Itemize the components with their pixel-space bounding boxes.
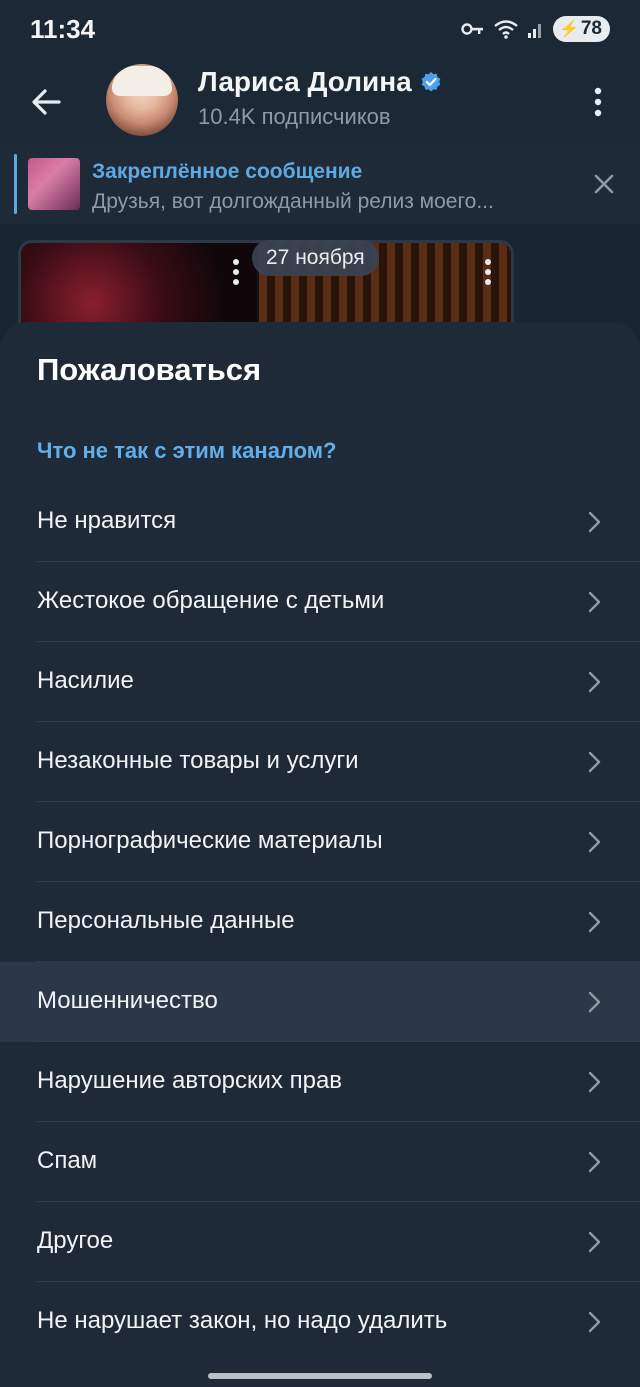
battery-icon: ⚡ xyxy=(558,21,579,38)
subscriber-count: 10.4K подписчиков xyxy=(198,104,391,129)
sheet-title: Пожаловаться xyxy=(37,352,262,387)
option-label: Другое xyxy=(37,1227,114,1254)
signal-icon xyxy=(527,24,541,38)
option-label: Персональные данные xyxy=(37,907,295,934)
report-option-legal-but-remove[interactable]: Не нарушает закон, но надо удалить xyxy=(0,1282,640,1362)
option-label: Жестокое обращение с детьми xyxy=(37,587,385,614)
report-option-fraud[interactable]: Мошенничество xyxy=(0,962,640,1042)
wifi-icon xyxy=(494,20,518,39)
chevron-right-icon xyxy=(588,831,601,853)
channel-name-text: Лариса Долина xyxy=(198,66,412,97)
option-label: Мошенничество xyxy=(37,987,218,1014)
chevron-right-icon xyxy=(588,1311,601,1333)
report-option-personal-data[interactable]: Персональные данные xyxy=(0,882,640,962)
status-time: 11:34 xyxy=(30,14,96,44)
pinned-text: Друзья, вот долгожданный релиз моего... xyxy=(92,190,494,213)
channel-name[interactable]: Лариса Долина xyxy=(198,66,442,98)
more-vertical-icon xyxy=(594,87,602,117)
back-arrow-icon xyxy=(32,89,61,115)
chevron-right-icon xyxy=(588,1071,601,1093)
sheet-subtitle: Что не так с этим каналом? xyxy=(37,438,337,463)
more-options-button[interactable] xyxy=(578,78,618,126)
telegram-screen: 11:34 ⚡ 78 Лариса Долина 10.4K подписчик… xyxy=(0,0,640,1387)
option-label: Порнографические материалы xyxy=(37,827,383,854)
report-option-dislike[interactable]: Не нравится xyxy=(0,482,640,562)
chevron-right-icon xyxy=(588,671,601,693)
status-icons: ⚡ 78 xyxy=(461,16,610,42)
back-button[interactable] xyxy=(22,78,70,126)
option-label: Нарушение авторских прав xyxy=(37,1067,343,1094)
chevron-right-icon xyxy=(588,591,601,613)
report-option-illegal-goods[interactable]: Незаконные товары и услуги xyxy=(0,722,640,802)
date-badge: 27 ноября xyxy=(252,240,379,276)
chat-header: Лариса Долина 10.4K подписчиков xyxy=(0,60,640,144)
pinned-message-bar[interactable]: Закреплённое сообщение Друзья, вот долго… xyxy=(0,144,640,224)
battery-indicator: ⚡ 78 xyxy=(552,16,610,42)
verified-icon xyxy=(421,71,441,92)
report-option-pornography[interactable]: Порнографические материалы xyxy=(0,802,640,882)
report-option-child-abuse[interactable]: Жестокое обращение с детьми xyxy=(0,562,640,642)
chevron-right-icon xyxy=(588,1231,601,1253)
pinned-title: Закреплённое сообщение xyxy=(92,160,363,183)
option-label: Незаконные товары и услуги xyxy=(37,747,359,774)
close-icon[interactable] xyxy=(590,170,618,198)
report-option-other[interactable]: Другое xyxy=(0,1202,640,1282)
report-sheet: Пожаловаться Что не так с этим каналом? … xyxy=(0,322,640,1387)
chevron-right-icon xyxy=(588,751,601,773)
report-option-spam[interactable]: Спам xyxy=(0,1122,640,1202)
report-option-copyright[interactable]: Нарушение авторских прав xyxy=(0,1042,640,1122)
home-indicator[interactable] xyxy=(208,1373,432,1379)
chevron-right-icon xyxy=(588,991,601,1013)
chevron-right-icon xyxy=(588,911,601,933)
chevron-right-icon xyxy=(588,511,601,533)
avatar-hair xyxy=(112,66,172,96)
key-icon xyxy=(461,23,483,35)
option-label: Не нарушает закон, но надо удалить xyxy=(37,1307,448,1334)
report-options-list: Не нравится Жестокое обращение с детьми … xyxy=(0,482,640,1362)
option-label: Не нравится xyxy=(37,507,177,534)
chevron-right-icon xyxy=(588,1151,601,1173)
media-menu-icon[interactable] xyxy=(479,257,497,287)
option-label: Спам xyxy=(37,1147,98,1174)
channel-avatar[interactable] xyxy=(106,64,178,136)
status-bar: 11:34 ⚡ 78 xyxy=(0,0,640,60)
report-option-violence[interactable]: Насилие xyxy=(0,642,640,722)
pinned-indicator xyxy=(14,154,17,214)
battery-level: 78 xyxy=(580,18,602,39)
media-menu-icon[interactable] xyxy=(227,257,245,287)
option-label: Насилие xyxy=(37,667,134,694)
pinned-thumbnail xyxy=(28,158,80,210)
